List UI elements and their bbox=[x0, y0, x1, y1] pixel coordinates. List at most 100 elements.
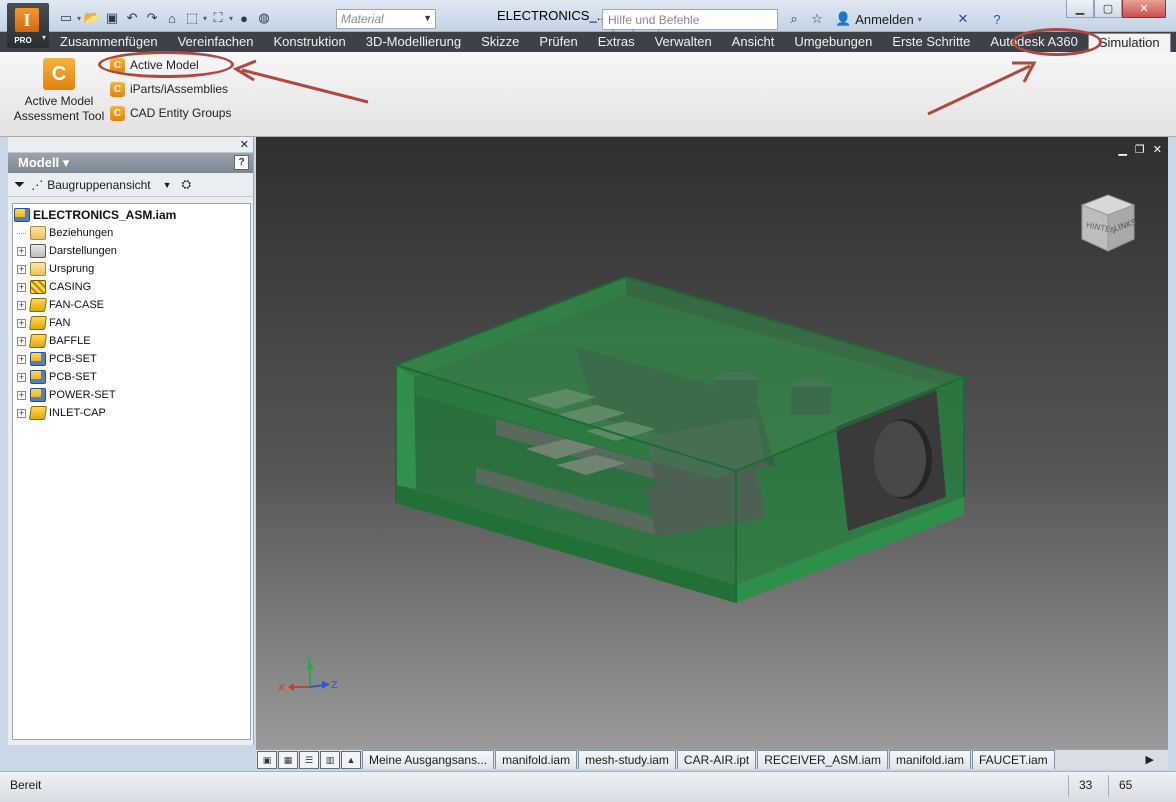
material-select[interactable]: Material ▼ bbox=[336, 9, 436, 29]
new-file-icon[interactable]: ▭ bbox=[57, 9, 75, 27]
tree-node[interactable]: + PCB-SET bbox=[13, 350, 250, 368]
axis-z-label: Z bbox=[331, 680, 338, 691]
tile-horizontal-icon[interactable]: ☰ bbox=[299, 751, 319, 769]
expand-icon[interactable]: + bbox=[17, 300, 26, 310]
tile-vertical-icon[interactable]: ▥ bbox=[320, 751, 340, 769]
color-icon[interactable]: ● bbox=[235, 9, 253, 27]
folder-icon bbox=[30, 262, 46, 276]
axis-y-label: Y bbox=[305, 655, 313, 666]
status-count-b: 65 bbox=[1108, 775, 1142, 797]
expand-icon[interactable]: + bbox=[17, 336, 26, 346]
exchange-icon[interactable]: ✕ bbox=[954, 10, 972, 28]
tab-skizze[interactable]: Skizze bbox=[471, 32, 529, 52]
panel-grip[interactable]: ✕ bbox=[8, 137, 253, 153]
doc-tab[interactable]: CAR-AIR.ipt bbox=[676, 750, 757, 769]
cad-entity-groups-button[interactable]: C CAD Entity Groups bbox=[110, 103, 231, 123]
graphics-viewport[interactable]: ▁ ❐ ✕ HINTEN LINKS Y X Z bbox=[256, 137, 1168, 749]
save-icon[interactable]: ▣ bbox=[103, 9, 121, 27]
quick-access-toolbar: ▭ ▾ 📂 ▣ ↶ ↷ ⌂ ⬚ ▾ ⛶ ▾ ● ◍ bbox=[57, 8, 273, 28]
tab-vereinfachen[interactable]: Vereinfachen bbox=[168, 32, 264, 52]
tile-windows-icon[interactable]: ▦ bbox=[278, 751, 298, 769]
tree-node[interactable]: + PCB-SET bbox=[13, 368, 250, 386]
tab-zusammenfuegen[interactable]: Zusammenfügen bbox=[50, 32, 168, 52]
tree-root[interactable]: ELECTRONICS_ASM.iam bbox=[13, 206, 250, 224]
dropdown-arrow-icon[interactable]: ▾ bbox=[77, 14, 81, 23]
tree-node[interactable]: + Ursprung bbox=[13, 260, 250, 278]
select-icon[interactable]: ⛶ bbox=[209, 9, 227, 27]
binoculars-icon[interactable]: ⌕ bbox=[785, 10, 803, 28]
edition-badge: PRO bbox=[14, 36, 32, 45]
update-icon[interactable]: ⬚ bbox=[183, 9, 201, 27]
tab-extras[interactable]: Extras bbox=[588, 32, 645, 52]
sign-in-button[interactable]: 👤 Anmelden ▾ bbox=[835, 11, 922, 27]
doc-tab[interactable]: manifold.iam bbox=[888, 750, 971, 769]
maximize-button[interactable]: ▢ bbox=[1094, 0, 1122, 18]
tree-node[interactable]: + BAFFLE bbox=[13, 332, 250, 350]
filter-icon[interactable]: ⏷ bbox=[14, 176, 25, 193]
tree-node[interactable]: + CASING bbox=[13, 278, 250, 296]
expand-icon[interactable]: + bbox=[17, 318, 26, 328]
tab-verwalten[interactable]: Verwalten bbox=[645, 32, 722, 52]
command-search-input[interactable]: Hilfe und Befehle durchsuchen.. bbox=[602, 9, 778, 41]
doc-tab[interactable]: RECEIVER_ASM.iam bbox=[757, 750, 888, 769]
active-model-assessment-tool-button[interactable]: C Active Model Assessment Tool bbox=[10, 58, 108, 124]
tab-umgebungen[interactable]: Umgebungen bbox=[784, 32, 882, 52]
tree-node[interactable]: + POWER-SET bbox=[13, 386, 250, 404]
cad-entity-groups-icon: C bbox=[110, 105, 125, 121]
tree-node-label: Darstellungen bbox=[49, 245, 117, 257]
expand-icon[interactable]: + bbox=[17, 282, 26, 292]
tree-node-label: FAN bbox=[49, 317, 71, 329]
iparts-iassemblies-button[interactable]: C iParts/iAssemblies bbox=[110, 79, 228, 99]
doc-tab[interactable]: manifold.iam bbox=[495, 750, 578, 769]
tree-node[interactable]: + INLET-CAP bbox=[13, 404, 250, 422]
tab-scroll-right-icon[interactable]: ▶ bbox=[1146, 751, 1154, 769]
help-icon[interactable]: ? bbox=[988, 10, 1006, 28]
status-count-a: 33 bbox=[1068, 775, 1102, 797]
material-placeholder: Material bbox=[341, 12, 384, 26]
expand-icon[interactable]: + bbox=[17, 246, 26, 256]
part-icon bbox=[29, 406, 47, 420]
open-documents-icon[interactable]: ▲ bbox=[341, 751, 361, 769]
view-select[interactable]: ⋰ Baugruppenansicht ▼ bbox=[31, 178, 171, 192]
tree-node[interactable]: + FAN bbox=[13, 314, 250, 332]
tab-pruefen[interactable]: Prüfen bbox=[529, 32, 587, 52]
dropdown-arrow-icon: ▾ bbox=[41, 33, 46, 42]
assembly-view-icon: ⋰ bbox=[31, 177, 44, 192]
expand-icon[interactable]: + bbox=[17, 408, 26, 418]
electronics-assembly-model[interactable] bbox=[256, 137, 1168, 749]
binoculars-icon[interactable]: ⛭ bbox=[182, 177, 192, 192]
home-icon[interactable]: ⌂ bbox=[163, 9, 181, 27]
tree-node[interactable]: + FAN-CASE bbox=[13, 296, 250, 314]
application-menu-button[interactable]: I PRO ▾ bbox=[7, 3, 49, 48]
dropdown-arrow-icon[interactable]: ▾ bbox=[203, 14, 207, 23]
doc-tab[interactable]: Meine Ausgangsans... bbox=[362, 750, 495, 769]
open-folder-icon[interactable]: 📂 bbox=[83, 9, 101, 27]
close-icon[interactable]: ✕ bbox=[240, 138, 249, 151]
tab-konstruktion[interactable]: Konstruktion bbox=[263, 32, 355, 52]
expand-icon[interactable]: + bbox=[17, 390, 26, 400]
expand-icon[interactable]: + bbox=[17, 354, 26, 364]
dropdown-arrow-icon: ▾ bbox=[917, 14, 922, 24]
tree-node[interactable]: + Darstellungen bbox=[13, 242, 250, 260]
doc-tab[interactable]: mesh-study.iam bbox=[578, 750, 676, 769]
star-icon[interactable]: ☆ bbox=[808, 10, 826, 28]
help-icon[interactable]: ? bbox=[234, 155, 249, 170]
browser-header[interactable]: Modell ▾ ? bbox=[8, 153, 253, 173]
close-button[interactable]: ✕ bbox=[1122, 0, 1166, 18]
window-controls: ▁ ▢ ✕ bbox=[1066, 0, 1166, 18]
doc-tab[interactable]: FAUCET.iam bbox=[972, 750, 1055, 769]
expand-icon[interactable]: + bbox=[17, 372, 26, 382]
expand-icon[interactable]: + bbox=[17, 264, 26, 274]
minimize-button[interactable]: ▁ bbox=[1066, 0, 1094, 18]
appearance-icon[interactable]: ◍ bbox=[255, 9, 273, 27]
folder-icon bbox=[30, 226, 46, 240]
cascade-windows-icon[interactable]: ▣ bbox=[257, 751, 277, 769]
tab-erste-schritte[interactable]: Erste Schritte bbox=[882, 32, 980, 52]
tab-ansicht[interactable]: Ansicht bbox=[722, 32, 785, 52]
undo-icon[interactable]: ↶ bbox=[123, 9, 141, 27]
tab-3d-modellierung[interactable]: 3D-Modellierung bbox=[356, 32, 471, 52]
tree-node[interactable]: Beziehungen bbox=[13, 224, 250, 242]
redo-icon[interactable]: ↷ bbox=[143, 9, 161, 27]
dropdown-arrow-icon[interactable]: ▾ bbox=[229, 14, 233, 23]
part-icon bbox=[29, 334, 47, 348]
